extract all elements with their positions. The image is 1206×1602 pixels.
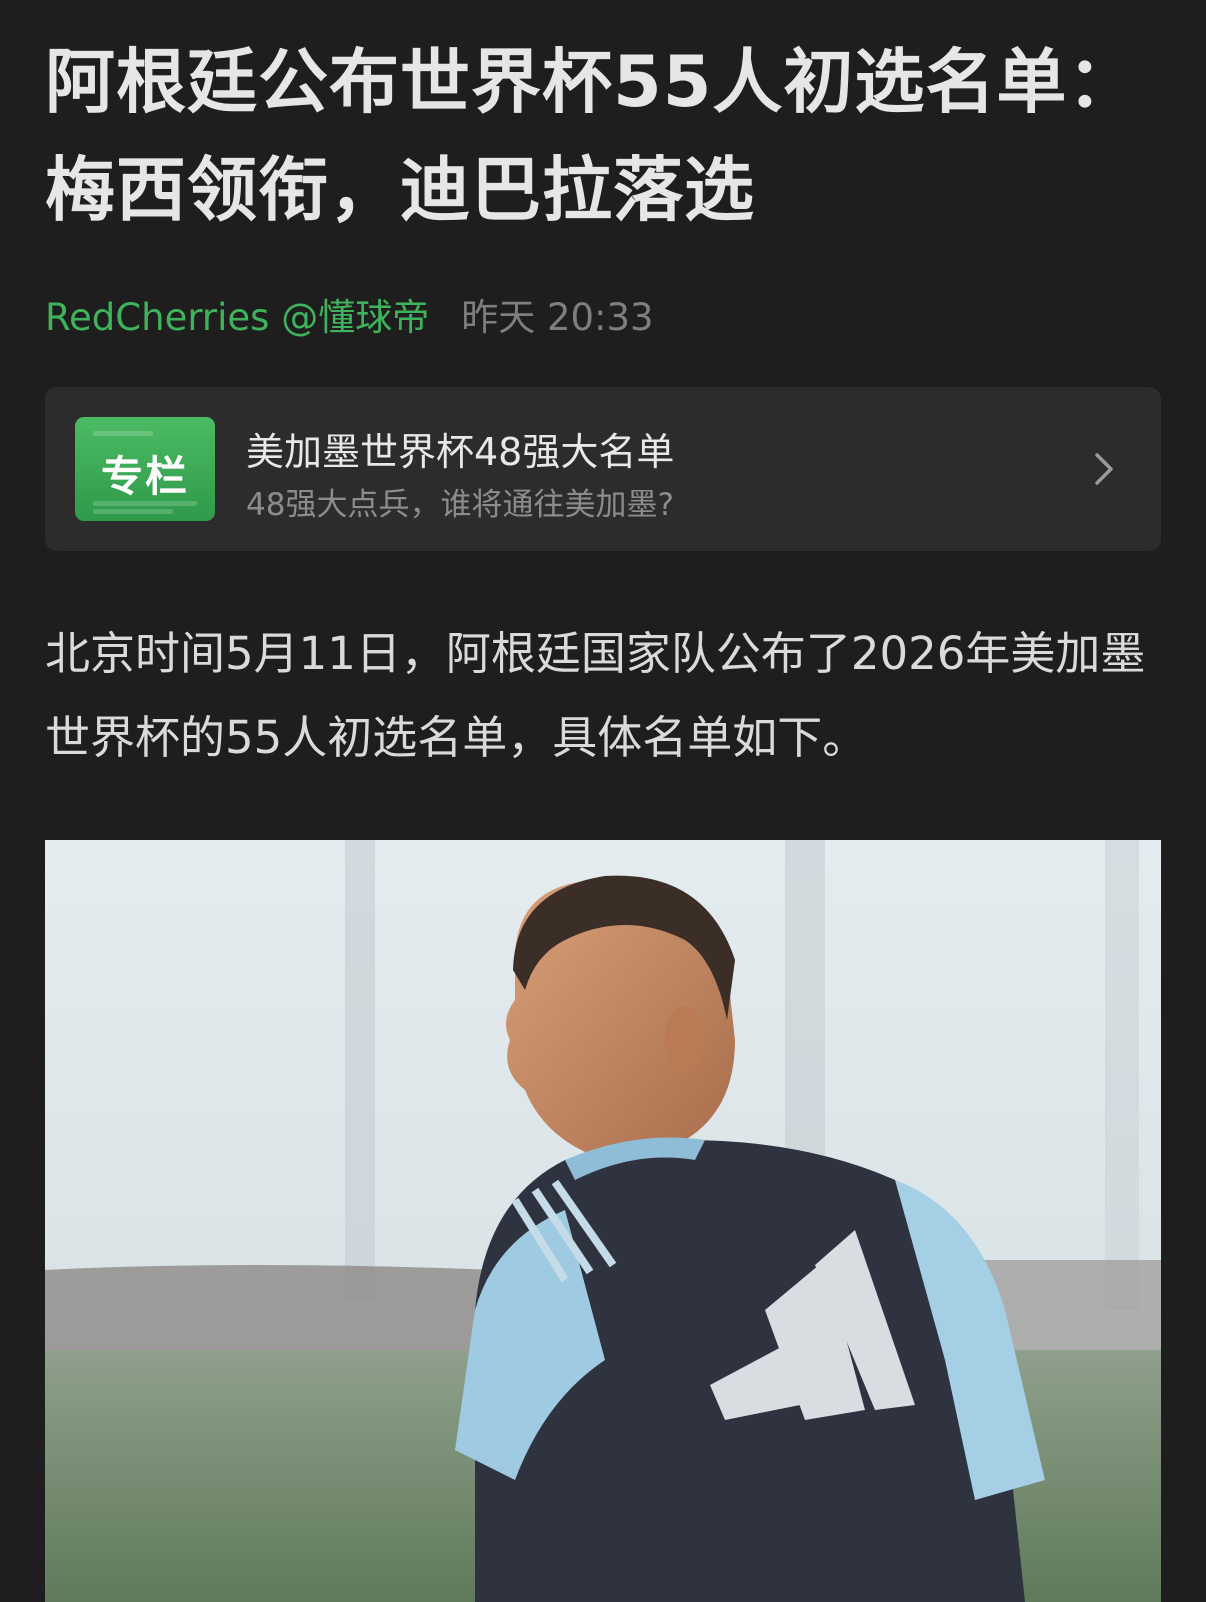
column-card[interactable]: 专栏 美加墨世界杯48强大名单 48强大点兵，谁将通往美加墨? [45, 387, 1161, 551]
chevron-right-icon [1095, 453, 1113, 485]
article-photo[interactable] [45, 840, 1161, 1602]
column-badge-label: 专栏 [100, 452, 189, 501]
badge-decoration [93, 431, 153, 436]
column-title: 美加墨世界杯48强大名单 [246, 430, 675, 474]
article-paragraph: 北京时间5月11日，阿根廷国家队公布了2026年美加墨世界杯的55人初选名单，具… [45, 627, 1146, 764]
coach-photo-illustration [45, 840, 1161, 1602]
article-page: 阿根廷公布世界杯55人初选名单：梅西领衔，迪巴拉落选 RedCherries @… [45, 0, 1161, 1602]
article-meta: RedCherries @懂球帝 昨天 20:33 [45, 284, 1161, 344]
article-title: 阿根廷公布世界杯55人初选名单：梅西领衔，迪巴拉落选 [45, 41, 1139, 231]
author-link[interactable]: RedCherries @懂球帝 [45, 287, 429, 341]
publish-time: 昨天 20:33 [461, 296, 654, 339]
badge-decoration [93, 509, 173, 514]
column-subtitle: 48强大点兵，谁将通往美加墨? [246, 487, 674, 523]
column-badge: 专栏 [75, 417, 215, 521]
